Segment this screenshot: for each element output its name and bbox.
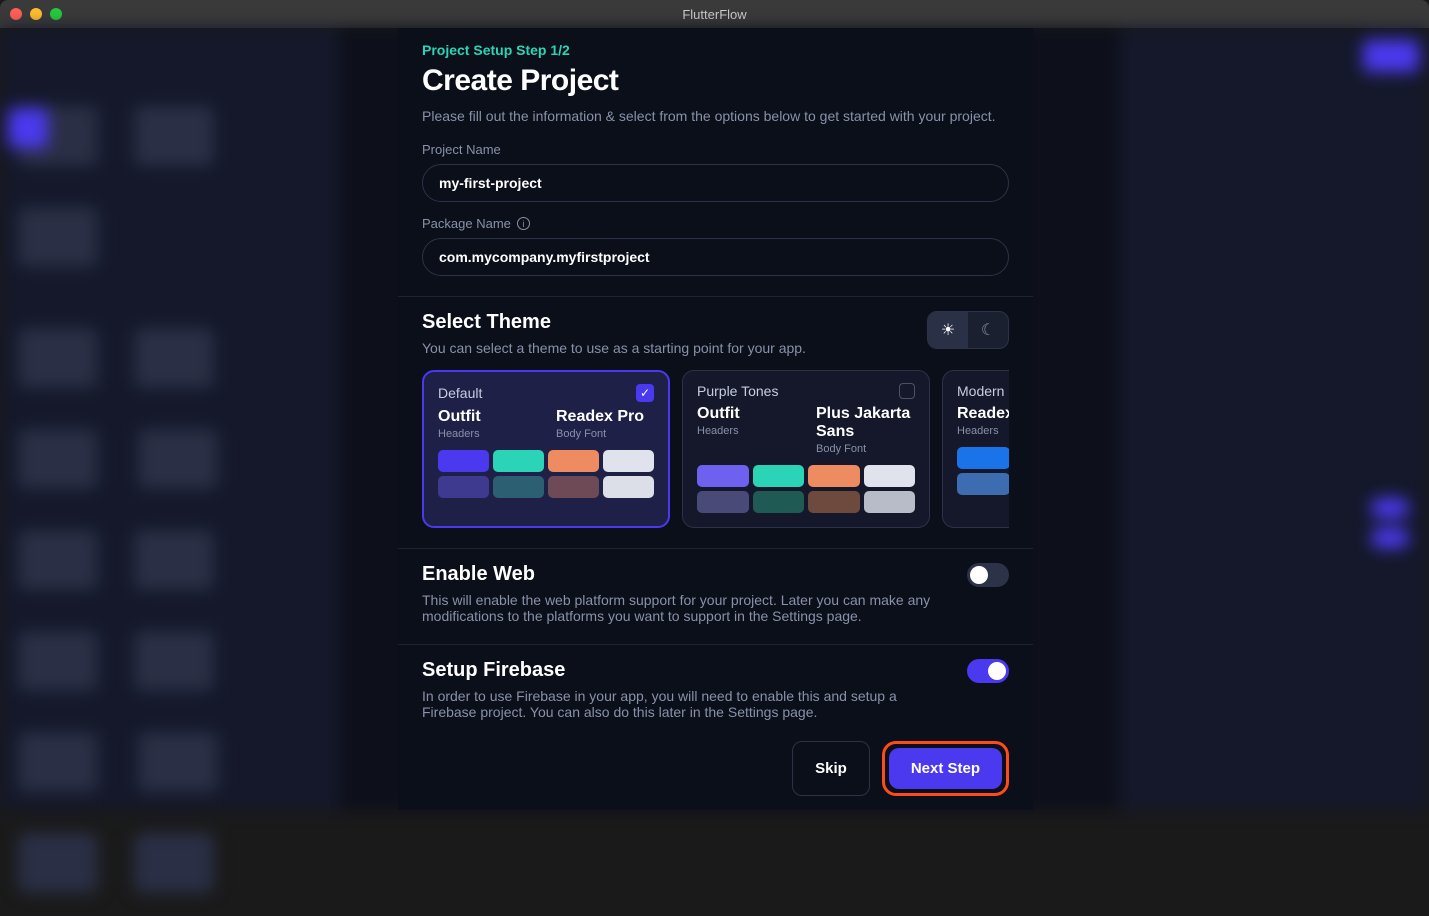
minimize-window-button[interactable] [30, 8, 42, 20]
headers-label: Headers [697, 425, 796, 437]
traffic-lights [10, 8, 62, 20]
modal-footer: Skip Next Step [398, 727, 1033, 810]
checkbox-outline-icon [899, 383, 915, 399]
color-swatch [808, 465, 860, 487]
color-swatch [864, 465, 916, 487]
theme-name: Default [438, 385, 482, 401]
light-mode-button[interactable]: ☀ [928, 312, 968, 348]
create-project-modal: Project Setup Step 1/2 Create Project Pl… [398, 28, 1033, 810]
headers-label: Headers [957, 425, 1009, 437]
select-theme-section: Select Theme You can select a theme to u… [398, 297, 1033, 549]
color-swatch [438, 450, 489, 472]
color-swatch [603, 450, 654, 472]
body-font: Plus Jakarta Sans [816, 405, 915, 441]
color-swatch [493, 450, 544, 472]
package-name-label: Package Name i [422, 216, 1009, 231]
color-swatch [753, 465, 805, 487]
themes-list: Default ✓ Outfit Headers Readex Pro Body… [422, 370, 1009, 528]
modal-title: Create Project [422, 64, 1009, 98]
headers-label: Headers [438, 428, 536, 440]
theme-card-modern-business[interactable]: Modern Business Readex Pro Headers [942, 370, 1009, 528]
next-step-button[interactable]: Next Step [889, 748, 1002, 789]
color-swatch [493, 476, 544, 498]
next-button-highlight: Next Step [882, 741, 1009, 796]
moon-icon: ☾ [981, 320, 995, 340]
theme-name: Purple Tones [697, 383, 778, 399]
header-font: Outfit [438, 408, 536, 426]
enable-web-toggle[interactable] [967, 563, 1009, 587]
select-theme-heading: Select Theme [422, 311, 806, 334]
enable-web-desc: This will enable the web platform suppor… [422, 592, 947, 624]
project-name-label: Project Name [422, 142, 1009, 157]
enable-web-section: Enable Web This will enable the web plat… [398, 549, 1033, 645]
swatch-grid [438, 450, 654, 498]
maximize-window-button[interactable] [50, 8, 62, 20]
check-icon: ✓ [636, 384, 654, 402]
window-title: FlutterFlow [682, 7, 746, 22]
body-font-label: Body Font [556, 428, 654, 440]
color-swatch [808, 491, 860, 513]
color-swatch [548, 450, 599, 472]
window-title-bar: FlutterFlow [0, 0, 1429, 28]
color-swatch [603, 476, 654, 498]
project-info-section: Project Setup Step 1/2 Create Project Pl… [398, 28, 1033, 297]
color-swatch [697, 491, 749, 513]
color-swatch [438, 476, 489, 498]
close-window-button[interactable] [10, 8, 22, 20]
color-swatch [864, 491, 916, 513]
info-icon[interactable]: i [517, 217, 530, 230]
project-name-input[interactable] [422, 164, 1009, 202]
header-font: Outfit [697, 405, 796, 423]
color-swatch [697, 465, 749, 487]
theme-name: Modern Business [957, 383, 1009, 399]
toggle-knob [970, 566, 988, 584]
firebase-section: Setup Firebase In order to use Firebase … [398, 645, 1033, 726]
firebase-heading: Setup Firebase [422, 659, 947, 682]
modal-subtitle: Please fill out the information & select… [422, 108, 1009, 124]
theme-card-default[interactable]: Default ✓ Outfit Headers Readex Pro Body… [422, 370, 670, 528]
firebase-toggle[interactable] [967, 659, 1009, 683]
skip-button[interactable]: Skip [792, 741, 870, 796]
header-font: Readex Pro [957, 405, 1009, 423]
step-label: Project Setup Step 1/2 [422, 42, 1009, 58]
theme-card-purple-tones[interactable]: Purple Tones Outfit Headers Plus Jakarta… [682, 370, 930, 528]
color-swatch [957, 473, 1009, 495]
color-swatch [957, 447, 1009, 469]
select-theme-sub: You can select a theme to use as a start… [422, 340, 806, 356]
swatch-grid [957, 447, 1009, 495]
package-name-input[interactable] [422, 238, 1009, 276]
color-swatch [753, 491, 805, 513]
dark-mode-button[interactable]: ☾ [968, 312, 1008, 348]
swatch-grid [697, 465, 915, 513]
firebase-desc: In order to use Firebase in your app, yo… [422, 688, 947, 720]
color-swatch [548, 476, 599, 498]
body-font-label: Body Font [816, 443, 915, 455]
sun-icon: ☀ [941, 320, 955, 340]
enable-web-heading: Enable Web [422, 563, 947, 586]
theme-mode-toggle: ☀ ☾ [927, 311, 1009, 349]
body-font: Readex Pro [556, 408, 654, 426]
toggle-knob [988, 662, 1006, 680]
